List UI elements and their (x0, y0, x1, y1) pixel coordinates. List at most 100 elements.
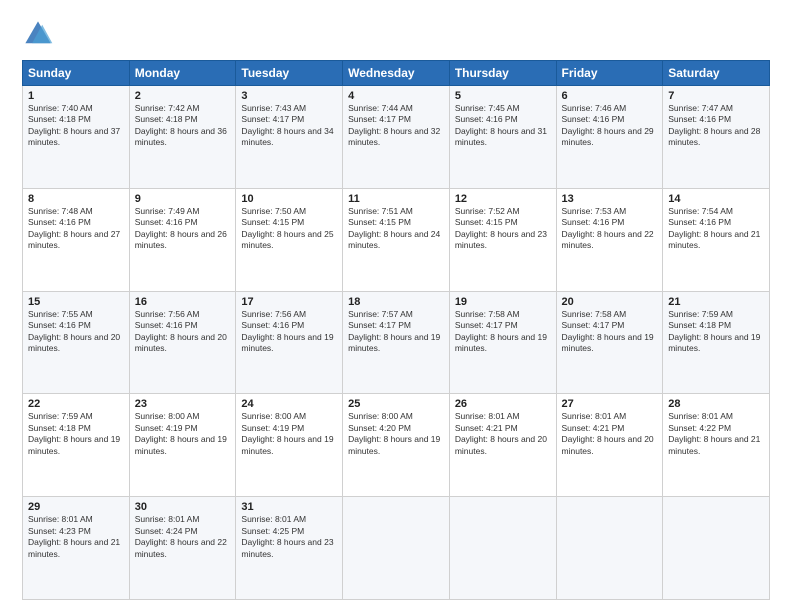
day-info: Sunrise: 7:54 AMSunset: 4:16 PMDaylight:… (668, 206, 760, 250)
day-info: Sunrise: 7:50 AMSunset: 4:15 PMDaylight:… (241, 206, 333, 250)
calendar-header-friday: Friday (556, 61, 663, 86)
calendar-table: SundayMondayTuesdayWednesdayThursdayFrid… (22, 60, 770, 600)
logo-icon (22, 18, 54, 50)
calendar-cell: 23Sunrise: 8:00 AMSunset: 4:19 PMDayligh… (129, 394, 236, 497)
calendar-header-sunday: Sunday (23, 61, 130, 86)
calendar-cell: 5Sunrise: 7:45 AMSunset: 4:16 PMDaylight… (449, 86, 556, 189)
day-info: Sunrise: 7:56 AMSunset: 4:16 PMDaylight:… (241, 309, 333, 353)
day-info: Sunrise: 8:00 AMSunset: 4:20 PMDaylight:… (348, 411, 440, 455)
day-info: Sunrise: 7:49 AMSunset: 4:16 PMDaylight:… (135, 206, 227, 250)
day-number: 18 (348, 296, 444, 308)
day-info: Sunrise: 7:58 AMSunset: 4:17 PMDaylight:… (455, 309, 547, 353)
calendar-cell: 26Sunrise: 8:01 AMSunset: 4:21 PMDayligh… (449, 394, 556, 497)
calendar-cell: 11Sunrise: 7:51 AMSunset: 4:15 PMDayligh… (343, 188, 450, 291)
calendar-week-1: 1Sunrise: 7:40 AMSunset: 4:18 PMDaylight… (23, 86, 770, 189)
day-info: Sunrise: 7:40 AMSunset: 4:18 PMDaylight:… (28, 103, 120, 147)
calendar-cell (449, 497, 556, 600)
calendar-header-row: SundayMondayTuesdayWednesdayThursdayFrid… (23, 61, 770, 86)
calendar-cell: 19Sunrise: 7:58 AMSunset: 4:17 PMDayligh… (449, 291, 556, 394)
day-number: 3 (241, 90, 337, 102)
day-info: Sunrise: 7:43 AMSunset: 4:17 PMDaylight:… (241, 103, 333, 147)
day-number: 29 (28, 501, 124, 513)
day-number: 6 (562, 90, 658, 102)
header (22, 18, 770, 50)
calendar-week-4: 22Sunrise: 7:59 AMSunset: 4:18 PMDayligh… (23, 394, 770, 497)
day-number: 12 (455, 193, 551, 205)
calendar-cell: 9Sunrise: 7:49 AMSunset: 4:16 PMDaylight… (129, 188, 236, 291)
calendar-header-saturday: Saturday (663, 61, 770, 86)
day-number: 17 (241, 296, 337, 308)
calendar-cell: 8Sunrise: 7:48 AMSunset: 4:16 PMDaylight… (23, 188, 130, 291)
calendar-cell: 25Sunrise: 8:00 AMSunset: 4:20 PMDayligh… (343, 394, 450, 497)
day-info: Sunrise: 7:46 AMSunset: 4:16 PMDaylight:… (562, 103, 654, 147)
day-info: Sunrise: 8:01 AMSunset: 4:24 PMDaylight:… (135, 514, 227, 558)
day-number: 10 (241, 193, 337, 205)
calendar-week-3: 15Sunrise: 7:55 AMSunset: 4:16 PMDayligh… (23, 291, 770, 394)
day-number: 16 (135, 296, 231, 308)
calendar-header-wednesday: Wednesday (343, 61, 450, 86)
day-number: 5 (455, 90, 551, 102)
day-number: 26 (455, 398, 551, 410)
calendar-cell: 13Sunrise: 7:53 AMSunset: 4:16 PMDayligh… (556, 188, 663, 291)
calendar-cell: 27Sunrise: 8:01 AMSunset: 4:21 PMDayligh… (556, 394, 663, 497)
day-info: Sunrise: 8:00 AMSunset: 4:19 PMDaylight:… (135, 411, 227, 455)
day-number: 2 (135, 90, 231, 102)
calendar-cell: 18Sunrise: 7:57 AMSunset: 4:17 PMDayligh… (343, 291, 450, 394)
day-number: 7 (668, 90, 764, 102)
day-info: Sunrise: 8:01 AMSunset: 4:21 PMDaylight:… (455, 411, 547, 455)
calendar-header-monday: Monday (129, 61, 236, 86)
calendar-cell: 17Sunrise: 7:56 AMSunset: 4:16 PMDayligh… (236, 291, 343, 394)
day-number: 31 (241, 501, 337, 513)
day-number: 20 (562, 296, 658, 308)
day-number: 19 (455, 296, 551, 308)
day-number: 15 (28, 296, 124, 308)
calendar-cell: 6Sunrise: 7:46 AMSunset: 4:16 PMDaylight… (556, 86, 663, 189)
day-info: Sunrise: 7:48 AMSunset: 4:16 PMDaylight:… (28, 206, 120, 250)
day-info: Sunrise: 8:01 AMSunset: 4:22 PMDaylight:… (668, 411, 760, 455)
day-info: Sunrise: 7:53 AMSunset: 4:16 PMDaylight:… (562, 206, 654, 250)
calendar-cell (343, 497, 450, 600)
calendar-cell: 22Sunrise: 7:59 AMSunset: 4:18 PMDayligh… (23, 394, 130, 497)
calendar-cell: 29Sunrise: 8:01 AMSunset: 4:23 PMDayligh… (23, 497, 130, 600)
day-info: Sunrise: 7:59 AMSunset: 4:18 PMDaylight:… (668, 309, 760, 353)
calendar-week-5: 29Sunrise: 8:01 AMSunset: 4:23 PMDayligh… (23, 497, 770, 600)
day-info: Sunrise: 7:58 AMSunset: 4:17 PMDaylight:… (562, 309, 654, 353)
calendar-cell: 1Sunrise: 7:40 AMSunset: 4:18 PMDaylight… (23, 86, 130, 189)
calendar-cell: 21Sunrise: 7:59 AMSunset: 4:18 PMDayligh… (663, 291, 770, 394)
calendar-cell: 20Sunrise: 7:58 AMSunset: 4:17 PMDayligh… (556, 291, 663, 394)
day-number: 25 (348, 398, 444, 410)
calendar-header-thursday: Thursday (449, 61, 556, 86)
day-info: Sunrise: 7:44 AMSunset: 4:17 PMDaylight:… (348, 103, 440, 147)
day-info: Sunrise: 8:01 AMSunset: 4:21 PMDaylight:… (562, 411, 654, 455)
day-info: Sunrise: 8:00 AMSunset: 4:19 PMDaylight:… (241, 411, 333, 455)
calendar-cell: 2Sunrise: 7:42 AMSunset: 4:18 PMDaylight… (129, 86, 236, 189)
calendar-cell: 24Sunrise: 8:00 AMSunset: 4:19 PMDayligh… (236, 394, 343, 497)
day-number: 28 (668, 398, 764, 410)
calendar-cell: 14Sunrise: 7:54 AMSunset: 4:16 PMDayligh… (663, 188, 770, 291)
calendar-cell: 30Sunrise: 8:01 AMSunset: 4:24 PMDayligh… (129, 497, 236, 600)
calendar-cell: 15Sunrise: 7:55 AMSunset: 4:16 PMDayligh… (23, 291, 130, 394)
day-number: 8 (28, 193, 124, 205)
calendar-cell: 3Sunrise: 7:43 AMSunset: 4:17 PMDaylight… (236, 86, 343, 189)
day-number: 1 (28, 90, 124, 102)
day-info: Sunrise: 8:01 AMSunset: 4:23 PMDaylight:… (28, 514, 120, 558)
calendar-cell (556, 497, 663, 600)
day-info: Sunrise: 7:55 AMSunset: 4:16 PMDaylight:… (28, 309, 120, 353)
day-number: 14 (668, 193, 764, 205)
day-info: Sunrise: 7:59 AMSunset: 4:18 PMDaylight:… (28, 411, 120, 455)
calendar-cell: 12Sunrise: 7:52 AMSunset: 4:15 PMDayligh… (449, 188, 556, 291)
calendar-cell: 10Sunrise: 7:50 AMSunset: 4:15 PMDayligh… (236, 188, 343, 291)
calendar-cell: 28Sunrise: 8:01 AMSunset: 4:22 PMDayligh… (663, 394, 770, 497)
day-number: 24 (241, 398, 337, 410)
calendar-cell (663, 497, 770, 600)
day-number: 13 (562, 193, 658, 205)
calendar-week-2: 8Sunrise: 7:48 AMSunset: 4:16 PMDaylight… (23, 188, 770, 291)
calendar-cell: 4Sunrise: 7:44 AMSunset: 4:17 PMDaylight… (343, 86, 450, 189)
day-info: Sunrise: 8:01 AMSunset: 4:25 PMDaylight:… (241, 514, 333, 558)
day-info: Sunrise: 7:51 AMSunset: 4:15 PMDaylight:… (348, 206, 440, 250)
calendar-cell: 16Sunrise: 7:56 AMSunset: 4:16 PMDayligh… (129, 291, 236, 394)
day-info: Sunrise: 7:42 AMSunset: 4:18 PMDaylight:… (135, 103, 227, 147)
day-number: 4 (348, 90, 444, 102)
day-number: 21 (668, 296, 764, 308)
page: SundayMondayTuesdayWednesdayThursdayFrid… (0, 0, 792, 612)
